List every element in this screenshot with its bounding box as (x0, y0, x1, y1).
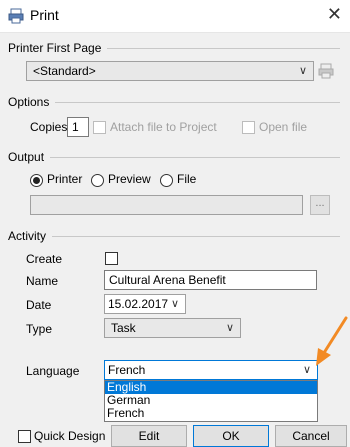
copies-field[interactable]: 1 (67, 117, 89, 137)
quick-design-label: Quick Design (34, 429, 106, 443)
radio-printer[interactable] (30, 174, 43, 187)
radio-preview[interactable] (91, 174, 104, 187)
language-combo[interactable]: French ∨ (104, 360, 318, 380)
printer-settings-icon[interactable] (318, 63, 334, 79)
title-bar: Print ✕ (0, 0, 350, 33)
create-label: Create (26, 252, 63, 266)
print-dialog: Print ✕ Printer First Page <Standard> ∨ … (0, 0, 350, 447)
create-checkbox[interactable] (105, 252, 118, 265)
chevron-down-icon: ∨ (302, 364, 311, 376)
file-path-field[interactable] (30, 195, 303, 215)
copies-label: Copies (30, 120, 68, 134)
close-icon[interactable]: ✕ (327, 4, 342, 25)
cancel-button[interactable]: Cancel (275, 425, 347, 447)
ok-button[interactable]: OK (193, 425, 269, 447)
window-title: Print (30, 7, 59, 23)
output-group-legend: Output (8, 150, 51, 164)
chevron-down-icon: ∨ (170, 298, 179, 310)
printer-combo-value: <Standard> (33, 64, 96, 78)
activity-group-border (10, 236, 340, 237)
radio-file-label: File (177, 172, 197, 186)
language-value: French (108, 363, 146, 377)
radio-preview-label: Preview (108, 172, 151, 186)
date-label: Date (26, 298, 52, 312)
options-group-legend: Options (8, 95, 56, 109)
attach-file-label: Attach file to Project (110, 120, 217, 134)
printer-group-legend: Printer First Page (8, 41, 108, 55)
language-option[interactable]: French (105, 407, 317, 420)
printer-combo[interactable]: <Standard> ∨ (26, 61, 314, 81)
copies-value: 1 (72, 120, 79, 134)
date-picker[interactable]: 15.02.2017 ∨ (104, 294, 186, 314)
language-dropdown-list[interactable]: English German French (104, 380, 318, 422)
output-group-border (10, 157, 340, 158)
activity-group-legend: Activity (8, 229, 53, 243)
name-value: Cultural Arena Benefit (109, 273, 226, 287)
type-combo[interactable]: Task ∨ (104, 318, 241, 338)
chevron-down-icon: ∨ (225, 322, 234, 334)
chevron-down-icon: ∨ (298, 65, 307, 77)
open-file-label: Open file (259, 120, 308, 134)
open-file-checkbox[interactable] (242, 121, 255, 134)
language-label: Language (26, 364, 80, 378)
browse-button[interactable]: ... (310, 195, 330, 215)
quick-design-checkbox[interactable] (18, 430, 31, 443)
type-label: Type (26, 322, 53, 336)
type-value: Task (111, 321, 136, 335)
name-field[interactable]: Cultural Arena Benefit (104, 270, 317, 290)
attach-file-checkbox[interactable] (93, 121, 106, 134)
date-value: 15.02.2017 (108, 297, 169, 311)
printer-icon (8, 8, 24, 24)
options-group-border (10, 102, 340, 103)
radio-printer-label: Printer (47, 172, 83, 186)
radio-file[interactable] (160, 174, 173, 187)
edit-button[interactable]: Edit (111, 425, 187, 447)
name-label: Name (26, 274, 59, 288)
